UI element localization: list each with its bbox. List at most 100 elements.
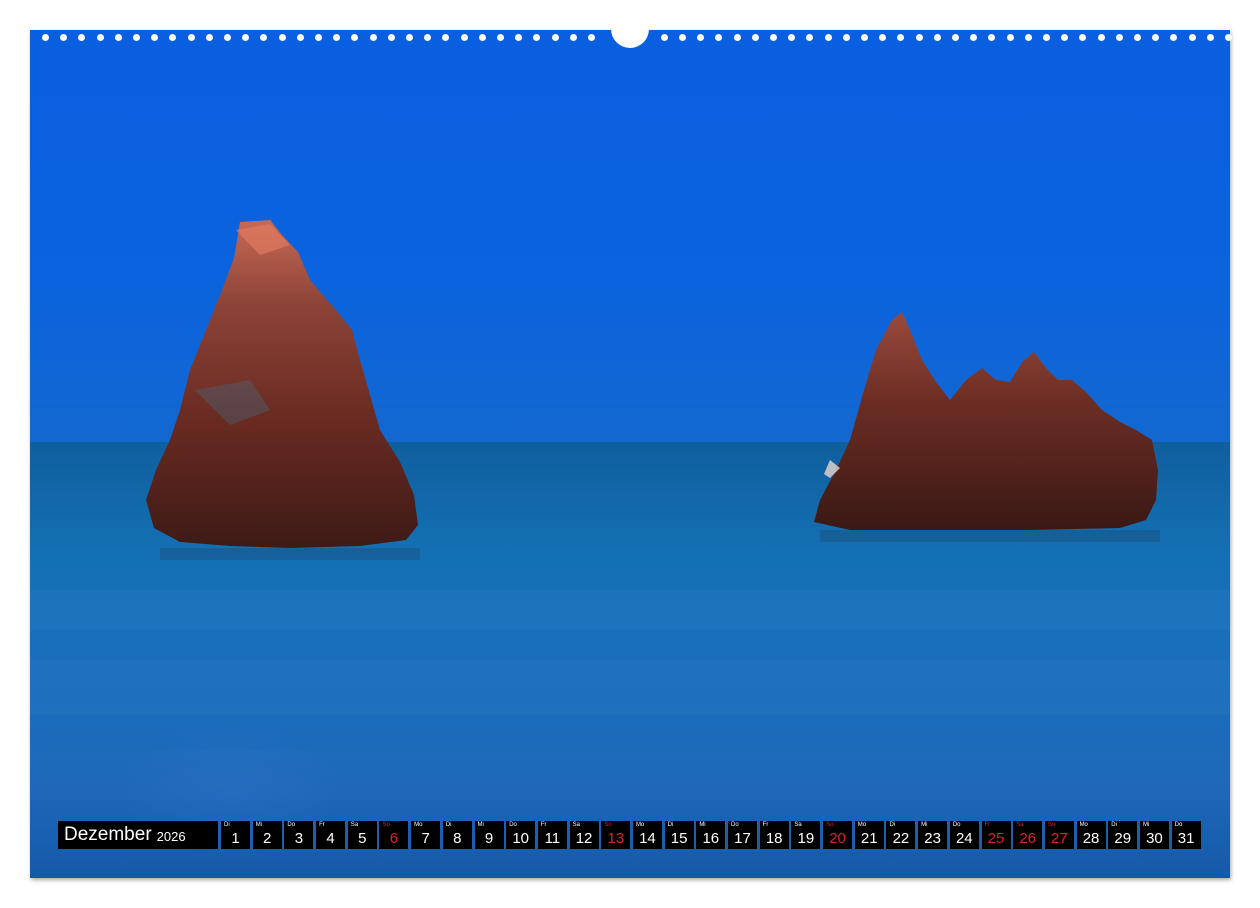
day-cell: So 20 — [823, 821, 853, 849]
day-cell: Mi 9 — [474, 821, 504, 849]
day-cell: Sa 26 — [1013, 821, 1043, 849]
day-number: 10 — [512, 830, 530, 847]
day-cell: Mi 2 — [252, 821, 282, 849]
day-number: 19 — [797, 830, 815, 847]
day-of-week: Do — [1174, 822, 1183, 828]
month-name: Dezember — [64, 824, 152, 845]
day-cell: Di 1 — [221, 821, 250, 849]
day-of-week: Mi — [255, 822, 263, 828]
day-number: 7 — [421, 830, 430, 847]
day-of-week: Do — [731, 822, 739, 828]
day-number: 16 — [702, 830, 720, 847]
day-number: 30 — [1146, 830, 1163, 847]
day-of-week: Sa — [1016, 822, 1024, 828]
day-of-week: Sa — [572, 822, 580, 828]
day-number: 12 — [575, 830, 593, 847]
day-cell: Do 31 — [1171, 821, 1201, 849]
day-number: 25 — [987, 830, 1005, 847]
day-number: 18 — [765, 830, 783, 847]
day-number: 23 — [924, 830, 941, 847]
day-number: 9 — [484, 830, 494, 847]
day-number: 21 — [860, 830, 878, 847]
day-number: 13 — [607, 830, 625, 847]
day-number: 1 — [231, 830, 240, 847]
day-of-week: Do — [287, 822, 296, 828]
day-cell: Fr 11 — [537, 821, 567, 849]
day-number: 6 — [389, 830, 399, 847]
day-of-week: Mi — [699, 822, 706, 828]
day-number: 26 — [1019, 830, 1037, 847]
day-number: 2 — [263, 830, 272, 847]
day-cell: Di 22 — [886, 821, 916, 849]
day-number: 20 — [829, 830, 846, 847]
day-of-week: Di — [667, 822, 674, 828]
day-number: 27 — [1051, 830, 1068, 847]
day-number: 29 — [1114, 830, 1132, 847]
day-cell: Di 15 — [664, 821, 694, 849]
day-of-week: Di — [445, 822, 452, 828]
day-number: 22 — [892, 830, 910, 847]
day-cell: Do 10 — [506, 821, 536, 849]
day-number: 15 — [670, 830, 688, 847]
day-of-week: So — [1047, 822, 1056, 828]
day-number: 4 — [326, 830, 335, 847]
day-of-week: So — [604, 822, 612, 828]
seascape-illustration — [30, 30, 1230, 878]
month-year: 2026 — [156, 829, 186, 844]
day-number: 3 — [294, 830, 304, 847]
day-of-week: Mi — [477, 822, 484, 828]
seascape-photo — [30, 30, 1230, 878]
day-cell: Mi 16 — [696, 821, 726, 849]
day-cells: Di 1 Mi 2 Do 3 Fr 4 Sa 5 So 6 Mo 7 Di 8 Mi 9 Do 10 Fr 11 Sa 12 S… — [221, 821, 1203, 849]
day-number: 17 — [734, 830, 751, 847]
day-cell: Do 24 — [949, 821, 979, 849]
month-label: Dezember 2026 — [58, 821, 218, 849]
day-cell: So 13 — [601, 821, 631, 849]
day-cell: Di 8 — [442, 821, 472, 849]
day-cell: Mo 7 — [411, 821, 441, 849]
day-cell: Mo 21 — [854, 821, 884, 849]
day-of-week: Di — [889, 822, 896, 828]
day-of-week: Mi — [921, 822, 928, 828]
day-of-week: Do — [952, 822, 961, 828]
day-of-week: Di — [224, 822, 230, 828]
day-cell: So 6 — [379, 821, 409, 849]
day-of-week: Fr — [540, 822, 547, 828]
day-of-week: Mo — [857, 822, 867, 828]
day-cell: Fr 4 — [316, 821, 346, 849]
day-cell: Fr 25 — [981, 821, 1011, 849]
day-of-week: Fr — [319, 822, 325, 828]
day-of-week: Di — [1111, 822, 1117, 828]
day-number: 8 — [453, 830, 462, 847]
day-cell: Mi 23 — [918, 821, 948, 849]
day-number: 31 — [1177, 830, 1195, 847]
day-of-week: So — [826, 822, 834, 828]
calendar-page: Dezember 2026 Di 1 Mi 2 Do 3 Fr 4 Sa 5 So 6 Mo 7 Di 8 Mi… — [0, 0, 1260, 908]
day-of-week: Mo — [1079, 822, 1088, 828]
day-cell: Fr 18 — [759, 821, 789, 849]
day-cell: Mo 14 — [632, 821, 662, 849]
day-of-week: Sa — [794, 822, 802, 828]
day-number: 14 — [639, 830, 656, 847]
day-cell: Sa 12 — [569, 821, 599, 849]
day-cell: Mo 28 — [1076, 821, 1106, 849]
day-cell: Mi 30 — [1139, 821, 1169, 849]
day-number: 11 — [544, 830, 561, 847]
day-of-week: Do — [509, 822, 517, 828]
day-of-week: Mo — [635, 822, 645, 828]
day-of-week: Mo — [414, 822, 423, 828]
day-of-week: Fr — [984, 822, 991, 828]
day-of-week: Fr — [762, 822, 769, 828]
day-cell: So 27 — [1044, 821, 1074, 849]
day-cell: Sa 19 — [791, 821, 821, 849]
day-of-week: Sa — [350, 822, 359, 828]
day-number: 5 — [358, 830, 367, 847]
day-of-week: Mi — [1142, 822, 1150, 828]
day-cell: Do 3 — [284, 821, 314, 849]
day-number: 28 — [1082, 830, 1100, 847]
day-cell: Do 17 — [728, 821, 757, 849]
day-of-week: So — [382, 822, 390, 828]
day-number: 24 — [955, 830, 973, 847]
month-strip: Dezember 2026 Di 1 Mi 2 Do 3 Fr 4 Sa 5 So 6 Mo 7 Di 8 Mi… — [58, 821, 1203, 849]
day-cell: Sa 5 — [347, 821, 377, 849]
